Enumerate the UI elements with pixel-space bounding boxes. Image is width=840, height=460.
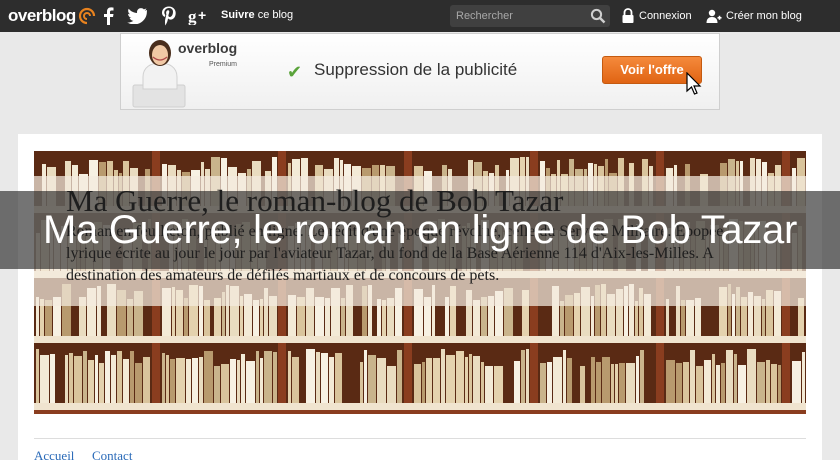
lock-icon xyxy=(622,8,634,23)
search-icon[interactable] xyxy=(590,8,606,24)
ad-brand-text: overblog xyxy=(178,40,238,56)
svg-text:+: + xyxy=(198,7,206,23)
premium-ad-banner[interactable]: overblog Premium ✔ Suppression de la pub… xyxy=(120,33,720,110)
svg-text:g: g xyxy=(188,7,197,25)
overblog-swirl-icon xyxy=(78,7,95,25)
search-box xyxy=(450,5,610,27)
blog-title[interactable]: Ma Guerre, le roman en ligne de Bob Taza… xyxy=(0,191,840,269)
create-blog-link[interactable]: Créer mon blog xyxy=(706,8,802,24)
login-label: Connexion xyxy=(639,10,692,22)
follow-blog-link[interactable]: Suivre ce blog xyxy=(221,9,293,21)
twitter-icon[interactable] xyxy=(126,5,148,27)
login-link[interactable]: Connexion xyxy=(621,8,692,24)
follow-label: Suivre xyxy=(221,9,255,21)
logo-text: overblog xyxy=(8,6,76,25)
signup-label: Créer mon blog xyxy=(726,10,802,22)
google-plus-icon[interactable]: g + xyxy=(187,5,213,27)
nav-item-home[interactable]: Accueil xyxy=(34,448,74,460)
follow-suffix: ce blog xyxy=(254,9,294,21)
check-icon: ✔ xyxy=(287,62,303,82)
facebook-icon[interactable] xyxy=(97,5,119,27)
nav-divider xyxy=(34,438,806,439)
cursor-icon xyxy=(686,72,702,95)
search-input[interactable] xyxy=(450,5,584,27)
ad-tier: Premium xyxy=(209,61,238,68)
nav-item-contact[interactable]: Contact xyxy=(92,448,132,460)
overblog-logo[interactable]: overblog xyxy=(8,4,97,28)
ad-message: Suppression de la publicité xyxy=(314,60,518,79)
top-bar: overblog g+ Suivre ce blog Connexion Cré… xyxy=(0,0,840,32)
pinterest-icon[interactable] xyxy=(158,5,180,27)
ad-brand: overblog xyxy=(178,40,237,56)
user-add-icon xyxy=(706,9,722,23)
